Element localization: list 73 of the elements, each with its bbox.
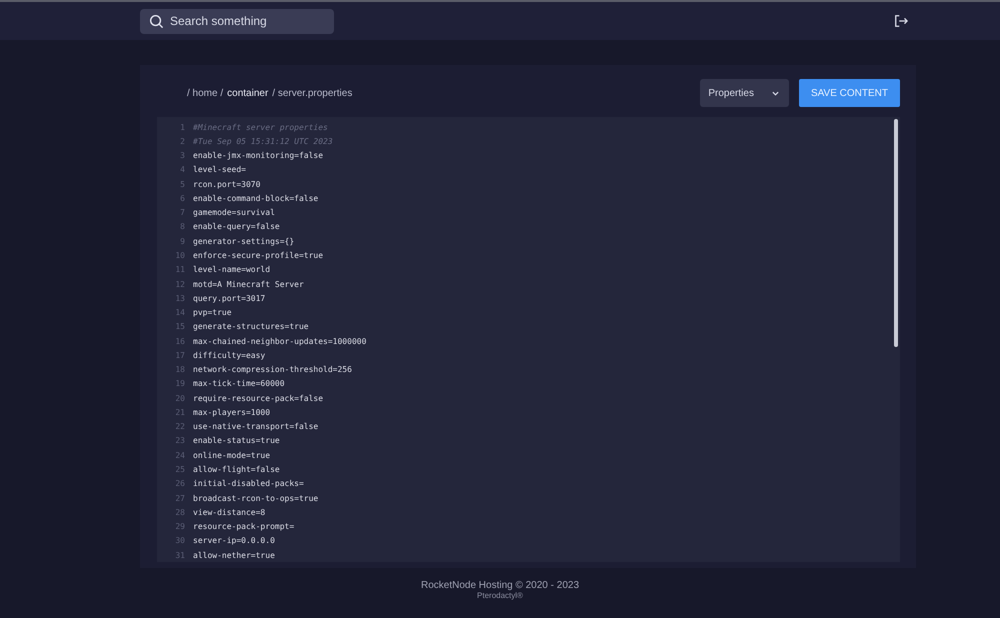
code-line: pvp=true (193, 308, 232, 318)
line-number: 1 (179, 122, 186, 132)
logout-icon[interactable] (894, 14, 908, 28)
code-line: require-resource-pack=false (193, 394, 324, 403)
line-number: 11 (174, 265, 186, 274)
line-number: 8 (179, 222, 186, 232)
line-number: 13 (174, 294, 186, 303)
line-number: 19 (174, 379, 186, 388)
code-line: max-players=1000 (193, 408, 270, 417)
line-number: 30 (174, 536, 186, 546)
code-line: server-ip=0.0.0.0 (193, 536, 275, 546)
line-number: 26 (174, 479, 186, 488)
search-field[interactable]: Search something (140, 8, 334, 34)
scrollbar-thumb[interactable] (894, 119, 898, 347)
line-number: 23 (174, 436, 186, 446)
code-line: difficulty=easy (193, 350, 266, 360)
chevron-icon (772, 90, 779, 96)
copyright-text: RocketNode Hosting © 2020 - 2023 (420, 580, 580, 591)
code-line: level-name=world (193, 265, 270, 274)
line-number: 27 (174, 494, 186, 503)
code-line: generator-settings={} (193, 236, 294, 246)
code-line: use-native-transport=false (193, 422, 318, 432)
code-line: query.port=3017 (193, 294, 266, 303)
code-line: max-chained-neighbor-updates=1000000 (193, 336, 366, 346)
file-type-dropdown[interactable]: Properties (700, 79, 789, 107)
code-line: allow-flight=false (193, 465, 280, 474)
line-number: 31 (174, 550, 186, 560)
code-line: allow-nether=true (193, 550, 275, 560)
line-number: 4 (179, 165, 186, 174)
code-line: view-distance=8 (193, 508, 266, 517)
line-number: 14 (174, 308, 186, 318)
line-number: 28 (174, 508, 186, 517)
line-number: 22 (174, 422, 186, 432)
code-line: resource-pack-prompt= (193, 522, 294, 532)
line-number: 9 (179, 236, 186, 246)
line-number: 21 (174, 408, 186, 417)
code-line: enable-query=false (193, 222, 280, 232)
code-line: enable-status=true (193, 436, 280, 446)
code-line: initial-disabled-packs= (193, 479, 304, 488)
breadcrumb-link[interactable]: / home / (187, 88, 224, 98)
breadcrumb-link[interactable]: container (227, 88, 268, 98)
line-number: 16 (174, 336, 186, 346)
code-line: motd=A Minecraft Server (193, 280, 304, 289)
code-line: network-compression-threshold=256 (193, 365, 352, 374)
code-line: online-mode=true (193, 450, 270, 460)
line-number: 12 (174, 280, 186, 289)
code-line: broadcast-rcon-to-ops=true (193, 494, 318, 503)
code-line: gamemode=survival (193, 208, 275, 218)
code-line: max-tick-time=60000 (193, 379, 285, 388)
code-line: enable-jmx-monitoring=false (193, 151, 324, 160)
line-number: 2 (179, 136, 186, 146)
line-number: 25 (174, 465, 186, 474)
code-line: rcon.port=3070 (193, 180, 260, 189)
code-editor[interactable] (157, 117, 900, 562)
line-number: 17 (174, 350, 186, 360)
line-number: 3 (179, 151, 186, 160)
code-line: level-seed= (193, 165, 246, 174)
code-line: enable-command-block=false (193, 194, 318, 203)
line-number: 5 (179, 180, 186, 189)
line-number: 6 (179, 194, 186, 203)
line-number: 7 (179, 208, 186, 218)
credit-link[interactable]: Pterodactyl® (477, 591, 523, 600)
line-number: 15 (174, 322, 186, 332)
line-number: 29 (174, 522, 186, 532)
line-number: 10 (174, 251, 186, 260)
code-comment: #Tue Sep 05 15:31:12 UTC 2023 (193, 136, 333, 146)
code-line: enforce-secure-profile=true (193, 251, 324, 260)
line-number: 18 (174, 365, 186, 374)
code-line: generate-structures=true (193, 322, 309, 332)
code-comment: #Minecraft server properties (193, 122, 328, 132)
line-number: 24 (174, 450, 186, 460)
breadcrumb-link[interactable]: / server.properties (272, 88, 352, 98)
line-number: 20 (174, 394, 186, 403)
